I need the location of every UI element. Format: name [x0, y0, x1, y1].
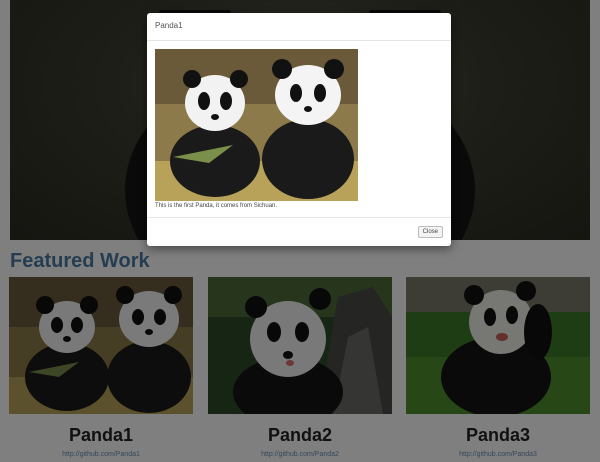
modal-image — [155, 49, 358, 201]
modal-caption: This is the first Panda, it comes from S… — [155, 203, 278, 209]
modal-body: This is the first Panda, it comes from S… — [155, 49, 443, 209]
page: Featured Work — [0, 0, 600, 462]
image-modal: Panda1 This is the first Panda, it comes… — [147, 13, 451, 246]
modal-title: Panda1 — [155, 21, 183, 30]
modal-footer: Close — [147, 217, 451, 246]
modal-header: Panda1 — [147, 13, 451, 41]
close-button[interactable]: Close — [417, 226, 443, 238]
